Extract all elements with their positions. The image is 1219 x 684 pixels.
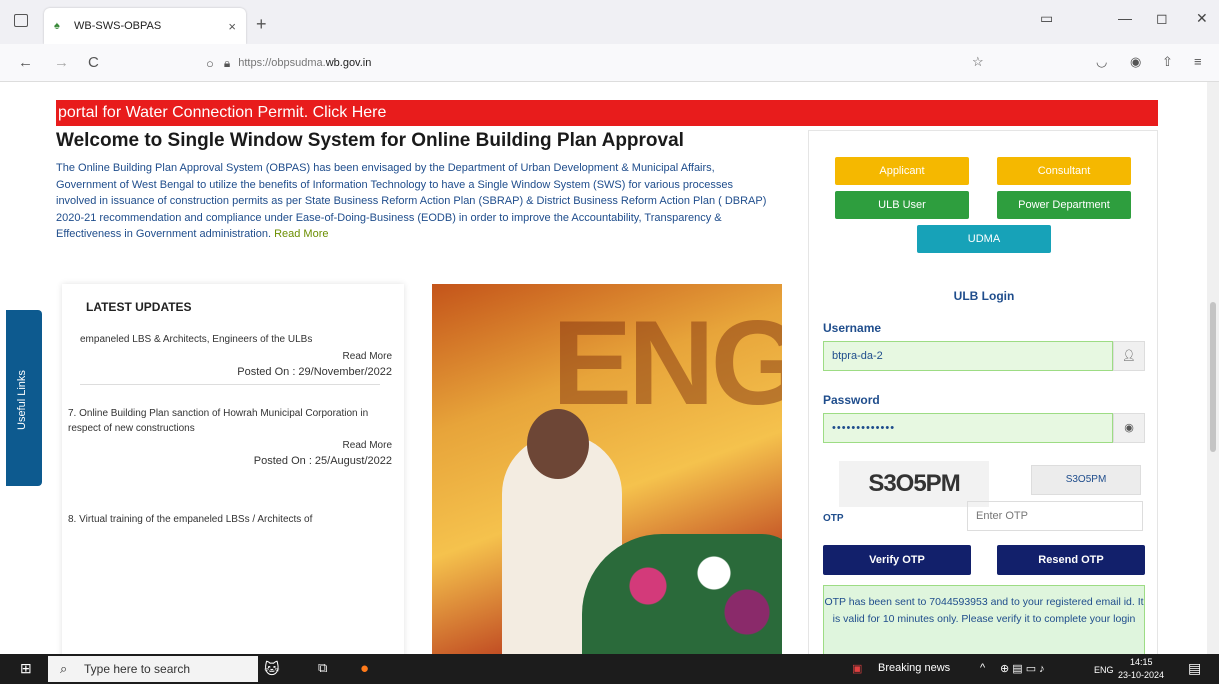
maximize-button[interactable]: ◻ — [1156, 10, 1168, 27]
photo-person-head — [527, 409, 589, 479]
username-field[interactable]: btpra-da-2 — [823, 341, 1113, 371]
taskbar-search-placeholder: Type here to search — [84, 662, 191, 676]
browser-titlebar: ♠ WB-SWS-OBPAS × + ▭ — ◻ ✕ — [0, 0, 1219, 44]
login-title: ULB Login — [953, 289, 1015, 303]
otp-input[interactable]: Enter OTP — [967, 501, 1143, 531]
windows-taskbar: ⊞ ⌕ Type here to search 🐱︎ ⧉ ● ▣ Breakin… — [0, 654, 1219, 684]
ulb-user-button[interactable]: ULB User — [835, 191, 969, 219]
captcha-input[interactable]: S3O5PM — [1031, 465, 1141, 495]
url-prefix: https://obpsudma. — [238, 57, 326, 69]
update-posted-on: Posted On : 25/August/2022 — [253, 455, 392, 467]
username-label: Username — [823, 321, 882, 335]
windows-start-icon[interactable]: ⊞ — [20, 660, 32, 677]
page-content: portal for Water Connection Permit. Clic… — [0, 82, 1207, 654]
banner-photo: ENG — [432, 284, 782, 654]
latest-updates-title: LATEST UPDATES — [86, 300, 192, 314]
favicon-icon: ♠ — [54, 20, 60, 32]
verify-otp-button[interactable]: Verify OTP — [823, 545, 971, 575]
page-scrollbar[interactable] — [1207, 82, 1219, 654]
intro-read-more-link[interactable]: Read More — [274, 228, 328, 240]
photo-backdrop-lettering: ENG — [552, 296, 782, 430]
update-item: empaneled LBS & Architects, Engineers of… — [68, 332, 392, 385]
password-field[interactable]: ••••••••••••• — [823, 413, 1113, 443]
update-text: 8. Virtual training of the empaneled LBS… — [68, 514, 313, 525]
news-marquee[interactable]: portal for Water Connection Permit. Clic… — [56, 100, 1158, 126]
resend-otp-button[interactable]: Resend OTP — [997, 545, 1145, 575]
update-item: 8. Virtual training of the empaneled LBS… — [68, 512, 392, 527]
power-department-button[interactable]: Power Department — [997, 191, 1131, 219]
url-domain: wb.gov.in — [325, 57, 372, 69]
minimize-button[interactable]: — — [1118, 10, 1132, 26]
otp-sent-message: OTP has been sent to 7044593953 and to y… — [823, 585, 1145, 654]
firefox-icon[interactable]: ● — [360, 660, 369, 677]
url-bar[interactable]: ○ 🔒︎ https://obpsudma. wb.gov.in — [206, 50, 996, 76]
applicant-button[interactable]: Applicant — [835, 157, 969, 185]
update-read-more-link[interactable]: Read More — [68, 440, 392, 451]
otp-label: OTP — [823, 513, 844, 524]
clock-date[interactable]: 23-10-2024 — [1118, 670, 1164, 680]
lock-icon: 🔒︎ — [223, 55, 231, 70]
password-label: Password — [823, 393, 880, 407]
udma-button[interactable]: UDMA — [917, 225, 1051, 253]
breaking-news-label[interactable]: Breaking news — [878, 662, 950, 674]
update-item: 7. Online Building Plan sanction of Howr… — [68, 406, 392, 467]
tab-overview-icon[interactable]: ▭ — [1040, 10, 1053, 27]
update-text: 7. Online Building Plan sanction of Howr… — [68, 408, 369, 434]
tray-icons[interactable]: ⊕ ▤ ▭ ♪ — [1000, 662, 1045, 675]
login-panel: Applicant Consultant ULB User Power Depa… — [808, 130, 1158, 654]
browser-tab[interactable]: ♠ WB-SWS-OBPAS × — [44, 8, 246, 44]
latest-updates-panel: LATEST UPDATES empaneled LBS & Architect… — [62, 284, 404, 654]
new-tab-button[interactable]: + — [256, 14, 267, 35]
useful-links-tab[interactable]: Useful Links — [6, 310, 42, 486]
pocket-icon[interactable]: ◡ — [1096, 54, 1107, 70]
taskbar-search[interactable]: ⌕ Type here to search — [48, 656, 258, 682]
clock-time[interactable]: 14:15 — [1130, 657, 1153, 667]
news-icon[interactable]: ▣ — [852, 662, 862, 675]
reload-button[interactable]: C — [88, 54, 99, 71]
task-view-icon[interactable]: ⧉ — [318, 660, 327, 676]
intro-text: The Online Building Plan Approval System… — [56, 162, 767, 240]
divider — [80, 384, 380, 385]
forward-button[interactable]: → — [54, 54, 69, 71]
user-icon: 👤︎ — [1113, 341, 1145, 371]
page-title: Welcome to Single Window System for Onli… — [56, 130, 684, 151]
language-indicator[interactable]: ENG — [1094, 665, 1114, 675]
update-text: empaneled LBS & Architects, Engineers of… — [80, 334, 313, 345]
share-icon[interactable]: ⇧ — [1162, 54, 1173, 70]
update-read-more-link[interactable]: Read More — [68, 351, 392, 362]
update-posted-on: Posted On : 29/November/2022 — [237, 366, 392, 378]
close-window-button[interactable]: ✕ — [1196, 10, 1208, 27]
back-button[interactable]: ← — [18, 54, 33, 71]
bookmark-star-icon[interactable]: ☆ — [972, 54, 984, 70]
menu-icon[interactable]: ≡ — [1194, 54, 1202, 69]
useful-links-label: Useful Links — [16, 370, 28, 430]
show-password-eye-icon[interactable]: ◉ — [1113, 413, 1145, 443]
account-icon[interactable]: ◉ — [1130, 54, 1141, 70]
intro-paragraph: The Online Building Plan Approval System… — [56, 160, 776, 243]
tab-list-icon[interactable] — [14, 14, 28, 27]
tab-title: WB-SWS-OBPAS — [74, 20, 162, 32]
search-icon: ⌕ — [60, 661, 68, 676]
shield-icon: ○ — [206, 55, 214, 71]
updates-list[interactable]: empaneled LBS & Architects, Engineers of… — [62, 328, 404, 588]
consultant-button[interactable]: Consultant — [997, 157, 1131, 185]
notifications-icon[interactable]: ▤ — [1188, 660, 1201, 677]
tab-close-icon[interactable]: × — [228, 19, 236, 34]
photo-flowers — [582, 534, 782, 654]
scrollbar-thumb[interactable] — [1210, 302, 1216, 452]
browser-navbar: ← → C ○ 🔒︎ https://obpsudma. wb.gov.in ☆ … — [0, 44, 1219, 82]
cat-image-icon[interactable]: 🐱︎ — [264, 660, 280, 678]
tray-expand-icon[interactable]: ^ — [980, 662, 985, 674]
